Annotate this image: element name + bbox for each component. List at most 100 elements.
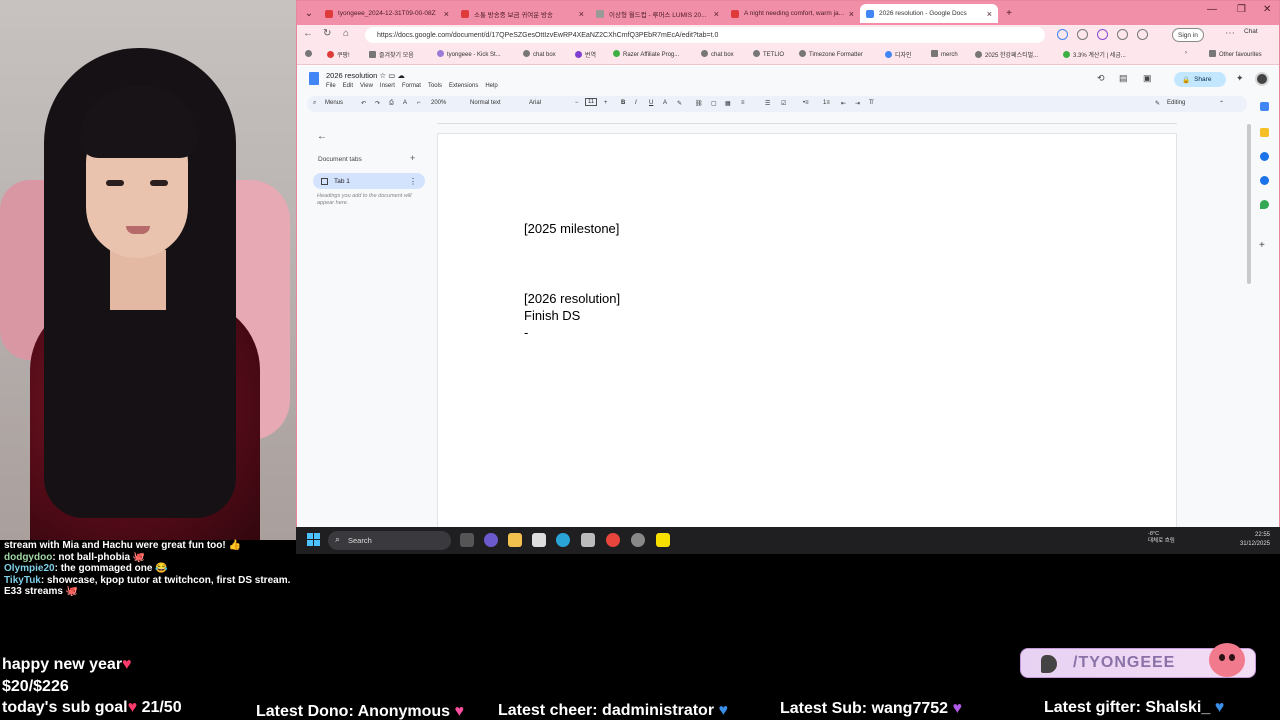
bookmark[interactable]: chat box	[701, 50, 734, 58]
extension-icon[interactable]	[1077, 29, 1088, 40]
indent-increase-icon[interactable]: ⇥	[855, 100, 860, 107]
calendar-icon[interactable]	[1260, 102, 1269, 111]
browser-tab-active[interactable]: 2026 resolution - Google Docs ×	[860, 4, 998, 23]
bookmark[interactable]: merch	[931, 50, 958, 58]
sign-in-button[interactable]: Sign in	[1172, 28, 1204, 42]
search-menus-icon[interactable]: ⌕	[313, 100, 316, 107]
chat-button[interactable]: Chat	[1244, 28, 1258, 35]
chevron-up-icon[interactable]: ⌃	[1219, 100, 1224, 107]
document-title[interactable]: 2026 resolution ☆ ▭ ☁	[326, 71, 405, 80]
bookmark[interactable]: TETLIO	[753, 50, 784, 58]
zoom-select[interactable]: 200%	[431, 100, 446, 106]
bookmarks-icon[interactable]	[305, 50, 315, 58]
maximize-icon[interactable]: ❐	[1237, 4, 1246, 15]
bookmark[interactable]: 2025 한강페스티벌...	[975, 50, 1038, 59]
bullet-list-icon[interactable]: •≡	[803, 100, 809, 106]
paint-format-icon[interactable]: ⌐	[417, 100, 421, 106]
font-size-field[interactable]: 11	[585, 98, 598, 106]
link-icon[interactable]: ⛓	[695, 100, 703, 107]
keep-icon[interactable]	[1260, 128, 1269, 137]
new-tab-button[interactable]: +	[1001, 5, 1017, 21]
browser-tab[interactable]: A night needing comfort, warm ja... ×	[725, 4, 860, 23]
chevron-right-icon[interactable]: ›	[1185, 50, 1187, 56]
url-field[interactable]: https://docs.google.com/document/d/17QPe…	[365, 27, 1045, 43]
line-spacing-icon[interactable]: ☰	[765, 100, 770, 107]
edge-icon[interactable]	[556, 533, 570, 547]
history-icon[interactable]: ⟲	[1097, 73, 1105, 84]
bookmark[interactable]: 즐겨찾기 모음	[369, 50, 414, 59]
italic-icon[interactable]: I	[635, 100, 637, 106]
text-color-icon[interactable]: A	[663, 100, 667, 106]
add-tab-icon[interactable]: +	[410, 153, 415, 163]
task-view-icon[interactable]	[460, 533, 474, 547]
menu-view[interactable]: View	[360, 83, 373, 89]
weather-widget[interactable]: -8°C 대체로 흐림	[1148, 531, 1175, 545]
extension-icon[interactable]	[1117, 29, 1128, 40]
bookmark[interactable]: 번역	[575, 50, 596, 59]
close-icon[interactable]: ×	[579, 9, 584, 19]
clock[interactable]: 22:55 31/12/2025	[1228, 531, 1270, 548]
document-page[interactable]: [2025 milestone] [2026 resolution] Finis…	[437, 133, 1177, 533]
menu-format[interactable]: Format	[402, 83, 421, 89]
close-icon[interactable]: ×	[444, 9, 449, 19]
contacts-icon[interactable]	[1260, 176, 1269, 185]
image-icon[interactable]: ▦	[725, 100, 731, 107]
undo-icon[interactable]: ↶	[361, 100, 366, 107]
menu-insert[interactable]: Insert	[380, 83, 395, 89]
maps-icon[interactable]	[1260, 200, 1269, 209]
bookmark[interactable]: 3.3% 계산기 | 세금...	[1063, 50, 1126, 59]
bookmark[interactable]: Timezone Formatter	[799, 50, 863, 58]
star-icon[interactable]: ☆	[379, 71, 386, 80]
docs-logo-icon[interactable]	[309, 72, 319, 85]
font-size-plus[interactable]: +	[604, 100, 608, 106]
redo-icon[interactable]: ↷	[375, 100, 380, 107]
close-icon[interactable]: ×	[987, 9, 992, 19]
chrome-icon[interactable]	[606, 533, 620, 547]
align-icon[interactable]: ≡	[741, 100, 745, 106]
extension-icon[interactable]	[1097, 29, 1108, 40]
menu-file[interactable]: File	[326, 83, 336, 89]
ruler[interactable]	[437, 116, 1177, 124]
windows-start-icon[interactable]	[307, 533, 320, 546]
menu-help[interactable]: Help	[485, 83, 497, 89]
minimize-icon[interactable]: —	[1207, 4, 1217, 15]
back-arrow-icon[interactable]: ←	[317, 131, 327, 142]
share-button[interactable]: 🔒 Share	[1174, 72, 1226, 87]
bookmark[interactable]: 쿠팡!	[327, 50, 350, 59]
extension-icon[interactable]	[1057, 29, 1068, 40]
close-window-icon[interactable]: ✕	[1263, 4, 1271, 15]
document-tab-item[interactable]: Tab 1 ⋮	[313, 173, 425, 189]
kebab-menu-icon[interactable]: ⋮	[409, 177, 417, 186]
taskbar-search[interactable]: ⌕ Search	[328, 531, 451, 550]
checklist-icon[interactable]: ☑	[781, 100, 786, 107]
menu-edit[interactable]: Edit	[343, 83, 353, 89]
close-icon[interactable]: ×	[849, 9, 854, 19]
obs-icon[interactable]	[631, 533, 645, 547]
store-icon[interactable]	[532, 533, 546, 547]
tasks-icon[interactable]	[1260, 152, 1269, 161]
menu-tools[interactable]: Tools	[428, 83, 442, 89]
more-icon[interactable]: ⋯	[1225, 28, 1235, 39]
indent-decrease-icon[interactable]: ⇤	[841, 100, 846, 107]
highlight-icon[interactable]: ✎	[677, 100, 682, 107]
bookmark[interactable]: 디자인	[885, 50, 912, 59]
font-size-minus[interactable]: −	[575, 100, 579, 106]
clear-format-icon[interactable]: T̸	[869, 100, 873, 106]
style-select[interactable]: Normal text	[470, 100, 501, 106]
browser-tab[interactable]: tyongeee_2024-12-31T09-00-08Z ×	[319, 4, 455, 23]
bold-icon[interactable]: B	[621, 100, 625, 106]
other-favourites[interactable]: Other favourites	[1209, 50, 1262, 58]
add-icon[interactable]: +	[1259, 240, 1268, 251]
mode-select[interactable]: Editing	[1167, 100, 1185, 106]
snipping-icon[interactable]	[581, 533, 595, 547]
kakaotalk-icon[interactable]	[656, 533, 670, 547]
back-icon[interactable]: ←	[303, 28, 313, 39]
underline-icon[interactable]: U	[649, 100, 653, 106]
reload-icon[interactable]: ↻	[323, 28, 331, 39]
close-icon[interactable]: ×	[714, 9, 719, 19]
tab-search-icon[interactable]: ⌄	[301, 5, 317, 21]
favorites-icon[interactable]	[1137, 29, 1148, 40]
chat-app-icon[interactable]	[484, 533, 498, 547]
comment-icon[interactable]: ▤	[1119, 73, 1128, 84]
menus-search[interactable]: Menus	[325, 100, 343, 106]
